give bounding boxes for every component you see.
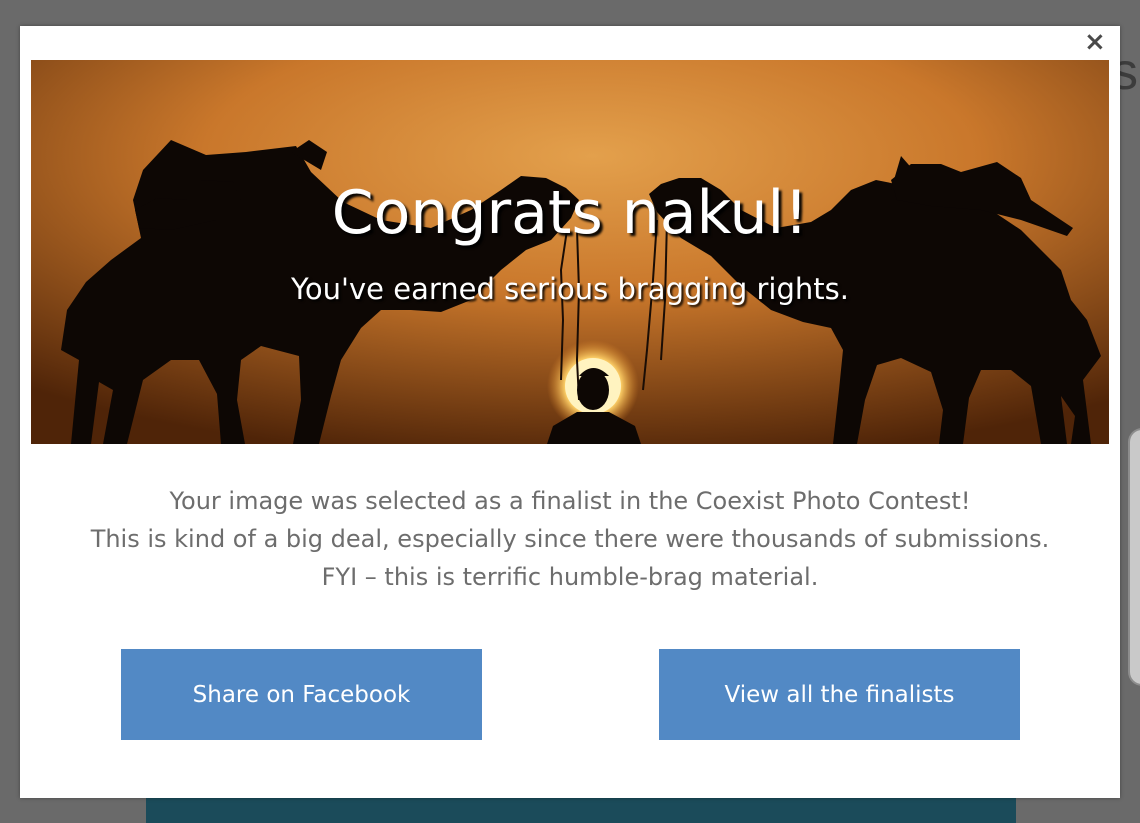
share-on-facebook-button[interactable]: Share on Facebook [121, 649, 482, 740]
finalist-message: Your image was selected as a finalist in… [20, 482, 1120, 596]
hero-sunset-camels-image [31, 60, 1109, 444]
message-line: FYI – this is terrific humble-brag mater… [321, 563, 819, 591]
message-line: This is kind of a big deal, especially s… [90, 525, 1050, 553]
message-line: Your image was selected as a finalist in… [169, 487, 971, 515]
background-side-panel [1128, 428, 1140, 686]
hero-banner: Congrats nakul! You've earned serious br… [31, 60, 1109, 444]
view-all-finalists-button[interactable]: View all the finalists [659, 649, 1020, 740]
background-footer-bar [146, 797, 1016, 823]
congrats-modal: × Congrats nakul! You've earned serious … [20, 26, 1120, 798]
hero-title: Congrats nakul! [331, 178, 809, 248]
close-icon[interactable]: × [1084, 29, 1106, 55]
hero-subtitle: You've earned serious bragging rights. [291, 272, 849, 306]
